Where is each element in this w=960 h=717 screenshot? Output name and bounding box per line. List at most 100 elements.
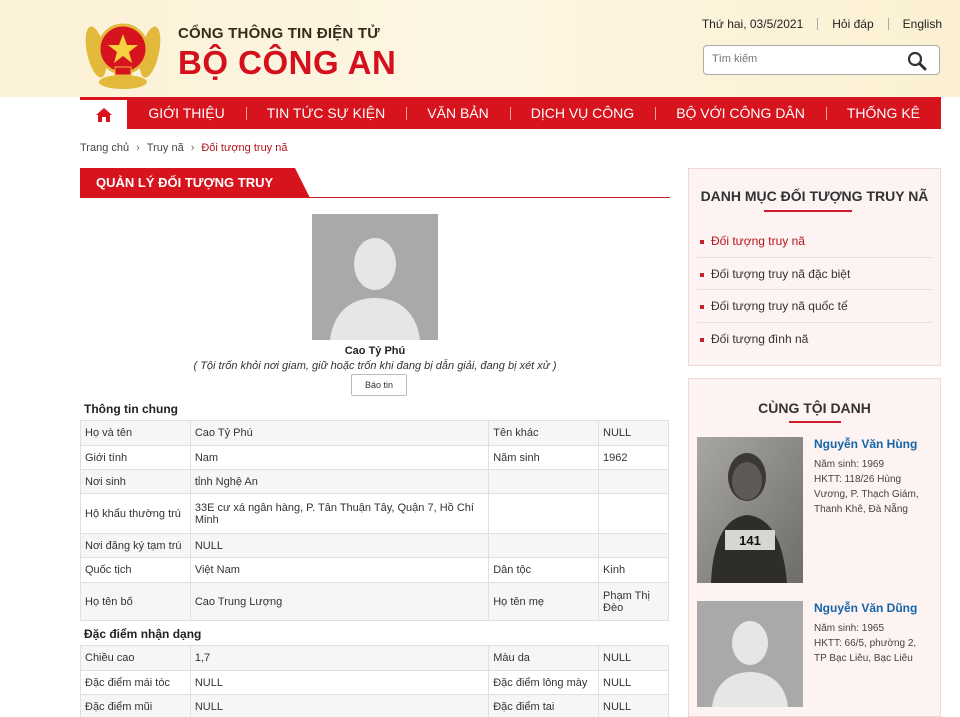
field-label: Đặc điểm lông mày [488, 670, 600, 695]
field-label: Tên khác [488, 420, 600, 446]
features-title: Đặc điểm nhận dạng [84, 627, 202, 641]
suspect-photo [312, 214, 438, 340]
main-nav: GIỚI THIỆU TIN TỨC SỰ KIỆN VĂN BẢN DỊCH … [80, 97, 941, 129]
related-birth: Năm sinh: 1969 [814, 459, 885, 470]
field-value: NULL [189, 694, 490, 717]
field-label: Giới tính [80, 445, 191, 470]
field-value: Nam [189, 445, 490, 470]
english-link[interactable]: English [903, 17, 942, 31]
table-row: Nơi đăng ký tạm trú NULL [80, 533, 669, 558]
nav-item-bo-voi-cong-dan[interactable]: BỘ VỚI CÔNG DÂN [655, 97, 826, 129]
field-label: Đặc điểm tai [488, 694, 600, 717]
field-value: Việt Nam [189, 557, 490, 583]
field-value: Cao Trung Lượng [189, 582, 490, 621]
site-header: CỔNG THÔNG TIN ĐIỆN TỬ BỘ CÔNG AN Thứ ha… [0, 0, 960, 97]
table-row: Giới tính Nam Năm sinh 1962 [80, 445, 669, 470]
field-value: NULL [598, 645, 669, 671]
related-name[interactable]: Nguyễn Văn Dũng [814, 601, 917, 615]
section-header: QUẢN LÝ ĐỐI TƯỢNG TRUY NÃ [80, 168, 670, 198]
field-label: Dân tộc [488, 557, 600, 583]
site-subtitle: CỔNG THÔNG TIN ĐIỆN TỬ [178, 25, 380, 42]
field-label [488, 469, 600, 494]
field-label: Đặc điểm mái tóc [80, 670, 191, 695]
related-info: Năm sinh: 1965 HKTT: 66/5, phường 2, TP … [814, 621, 929, 666]
field-value: 33E cư xá ngân hàng, P. Tân Thuận Tây, Q… [189, 493, 490, 534]
category-box: DANH MỤC ĐỐI TƯỢNG TRUY NÃ Đối tượng tru… [688, 168, 941, 366]
related-item[interactable]: 141 Nguyễn Văn Hùng Năm sinh: 1969 HKTT:… [697, 437, 937, 583]
field-value: NULL [598, 670, 669, 695]
faq-link[interactable]: Hỏi đáp [832, 17, 873, 31]
related-photo[interactable] [697, 601, 803, 707]
field-value: 1962 [598, 445, 669, 470]
field-value [598, 533, 669, 558]
field-label: Nơi sinh [80, 469, 191, 494]
table-row: Họ và tên Cao Tỷ Phú Tên khác NULL [80, 420, 669, 446]
home-icon [95, 107, 112, 122]
features-table: Chiều cao 1,7 Màu da NULL Đặc điểm mái t… [80, 645, 669, 717]
related-address: HKTT: 66/5, phường 2, TP Bạc Liêu, Bạc L… [814, 638, 917, 664]
general-info-title: Thông tin chung [84, 402, 178, 416]
field-label: Nơi đăng ký tạm trú [80, 533, 191, 558]
title-underline [764, 210, 852, 212]
police-emblem-logo[interactable] [82, 12, 164, 90]
title-underline [789, 421, 841, 423]
table-row: Đặc điểm mái tóc NULL Đặc điểm lông mày … [80, 670, 669, 695]
nav-home[interactable] [80, 97, 128, 129]
breadcrumb-truy-na[interactable]: Truy nã [147, 142, 184, 154]
breadcrumb: Trang chủ › Truy nã › Đối tượng truy nã [80, 142, 287, 154]
category-item-dinh-na[interactable]: Đối tượng đình nã [697, 323, 932, 356]
crime-description: ( Tội trốn khỏi nơi giam, giữ hoặc trốn … [193, 360, 557, 372]
search-box [703, 45, 940, 75]
general-info-table: Họ và tên Cao Tỷ Phú Tên khác NULL Giới … [80, 420, 669, 621]
chevron-right-icon: › [136, 142, 140, 154]
related-item[interactable]: Nguyễn Văn Dũng Năm sinh: 1965 HKTT: 66/… [697, 601, 937, 707]
field-label: Quốc tịch [80, 557, 191, 583]
suspect-name: Cao Tỷ Phú [344, 345, 406, 357]
related-title: CÙNG TỘI DANH [758, 400, 871, 416]
field-value: 1,7 [189, 645, 490, 671]
field-value: Phạm Thị Đèo [598, 582, 669, 621]
field-label: Màu da [488, 645, 600, 671]
field-value [598, 493, 669, 534]
table-row: Họ tên bố Cao Trung Lượng Họ tên mẹ Phạm… [80, 582, 669, 621]
field-value: Kinh [598, 557, 669, 583]
placard-number: 141 [739, 533, 761, 548]
divider [887, 18, 889, 30]
category-item-doi-tuong-truy-na[interactable]: Đối tượng truy nã [697, 225, 932, 258]
related-photo[interactable]: 141 [697, 437, 803, 583]
breadcrumb-current[interactable]: Đối tượng truy nã [201, 142, 287, 154]
nav-item-van-ban[interactable]: VĂN BẢN [406, 97, 509, 129]
category-item-quoc-te[interactable]: Đối tượng truy nã quốc tế [697, 290, 932, 323]
site-title[interactable]: BỘ CÔNG AN [178, 44, 396, 82]
breadcrumb-home[interactable]: Trang chủ [80, 142, 129, 154]
field-label: Năm sinh [488, 445, 600, 470]
related-address: HKTT: 118/26 Hùng Vương, P. Thạch Giám, … [814, 474, 919, 515]
field-value: Cao Tỷ Phú [189, 420, 490, 446]
nav-item-tin-tuc[interactable]: TIN TỨC SỰ KIỆN [245, 97, 407, 129]
table-row: Chiều cao 1,7 Màu da NULL [80, 645, 669, 671]
divider [817, 18, 819, 30]
report-button[interactable]: Báo tin [351, 374, 407, 396]
field-label: Chiều cao [80, 645, 191, 671]
nav-item-thong-ke[interactable]: THỐNG KÊ [825, 97, 941, 129]
related-box: CÙNG TỘI DANH 141 Nguyễn Văn Hùng Năm si… [688, 378, 941, 717]
person-silhouette-icon [697, 601, 803, 707]
category-item-dac-biet[interactable]: Đối tượng truy nã đặc biệt [697, 258, 932, 290]
search-input[interactable] [712, 53, 902, 65]
search-icon[interactable] [907, 51, 927, 71]
related-info: Năm sinh: 1969 HKTT: 118/26 Hùng Vương, … [814, 457, 929, 517]
current-date: Thứ hai, 03/5/2021 [701, 17, 804, 31]
related-name[interactable]: Nguyễn Văn Hùng [814, 437, 917, 451]
field-value [598, 469, 669, 494]
field-value: NULL [598, 694, 669, 717]
category-title: DANH MỤC ĐỐI TƯỢNG TRUY NÃ [700, 188, 929, 204]
table-row: Quốc tịch Việt Nam Dân tộc Kinh [80, 557, 669, 583]
field-label: Đặc điểm mũi [80, 694, 191, 717]
nav-item-gioi-thieu[interactable]: GIỚI THIỆU [127, 97, 245, 129]
person-silhouette-icon [312, 214, 438, 340]
nav-item-dich-vu-cong[interactable]: DỊCH VỤ CÔNG [509, 97, 655, 129]
field-value: tỉnh Nghệ An [189, 469, 490, 494]
field-label: Họ tên bố [80, 582, 191, 621]
field-value: NULL [189, 533, 490, 558]
related-birth: Năm sinh: 1965 [814, 623, 885, 634]
